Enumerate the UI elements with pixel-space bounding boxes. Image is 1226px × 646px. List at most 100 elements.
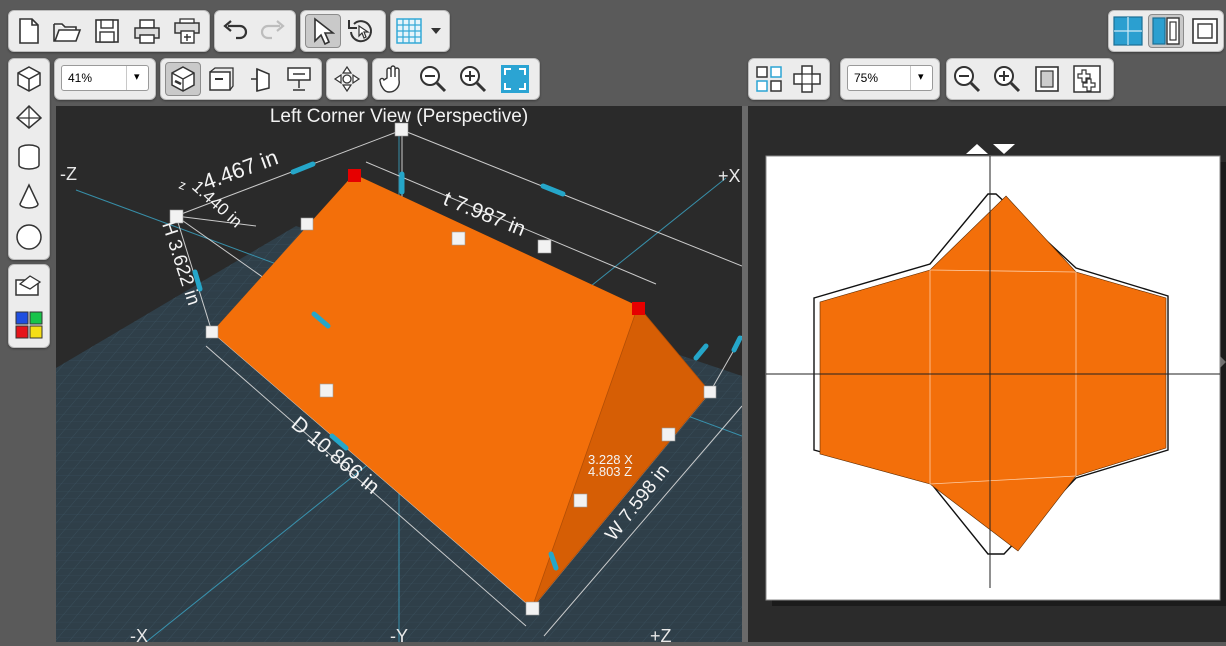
shape-sidebar (8, 58, 50, 260)
new-file-icon (19, 18, 39, 44)
page-down-arrow[interactable] (993, 144, 1015, 154)
split-view-button[interactable] (1148, 14, 1184, 48)
flat-navigate-toolbar (946, 58, 1114, 100)
arrange-button[interactable] (753, 63, 785, 95)
edit-toolbar (214, 10, 296, 52)
select-arrow-icon (314, 17, 335, 45)
print-setup-button[interactable] (171, 15, 203, 47)
front-view-button[interactable] (205, 63, 237, 95)
flat-zoom-in-button[interactable] (991, 63, 1023, 95)
tile-pages-icon (1073, 65, 1101, 93)
sphere-button[interactable] (13, 221, 45, 253)
grid-dropdown-button[interactable] (427, 15, 445, 47)
resize-handle[interactable] (451, 231, 466, 246)
top-view-button[interactable] (283, 63, 315, 95)
axis-label-neg-z: -Z (60, 164, 77, 184)
flat-view-button[interactable] (1189, 15, 1221, 47)
color-palette-button[interactable] (13, 309, 45, 341)
flat-tools-toolbar (748, 58, 830, 100)
zoom-in-icon (994, 66, 1021, 93)
cube-icon (17, 66, 41, 92)
page-up-arrow[interactable] (966, 144, 988, 154)
chevron-down-icon: ▾ (134, 71, 140, 83)
split-view-icon (1152, 17, 1180, 45)
3d-viewport[interactable]: 4.467 in z 1.440 in t 7.987 in H 3.622 i… (56, 106, 742, 642)
zoom-out-button[interactable] (417, 63, 449, 95)
save-icon (95, 19, 119, 43)
unfold-button[interactable] (791, 63, 823, 95)
zoom-in-button[interactable] (457, 63, 489, 95)
cylinder-icon (18, 144, 40, 170)
page-icon (1035, 66, 1059, 92)
axis-label-pos-x: +X (718, 166, 741, 186)
print-icon (134, 19, 160, 44)
flat-zoom-out-button[interactable] (951, 63, 983, 95)
print-button[interactable] (131, 15, 163, 47)
rotate-icon (348, 20, 372, 43)
move-icon (333, 65, 361, 93)
corner-handle[interactable] (348, 169, 361, 182)
dropdown-arrow-icon (431, 28, 441, 34)
arrange-icon (756, 66, 782, 92)
cone-button[interactable] (13, 181, 45, 213)
tile-pages-button[interactable] (1071, 63, 1103, 95)
cube-button[interactable] (13, 63, 45, 95)
top-view-icon (287, 67, 311, 91)
resize-handle[interactable] (537, 239, 552, 254)
select-tool-button[interactable] (305, 14, 341, 48)
tool-toolbar (300, 10, 386, 52)
zoom-value-3d: 41% (68, 71, 93, 85)
corner-view-button[interactable] (165, 62, 201, 96)
flat-viewport[interactable] (748, 106, 1226, 642)
pan-button[interactable] (377, 63, 409, 95)
zoom-select-3d[interactable]: 41% ▾ (61, 65, 149, 91)
resize-handle[interactable] (205, 325, 219, 339)
open-button[interactable] (51, 15, 83, 47)
axis-label-neg-x: -X (130, 626, 148, 642)
move-tool-button[interactable] (331, 63, 363, 95)
side-view-icon (251, 67, 270, 92)
resize-handle[interactable] (319, 383, 334, 398)
resize-handle[interactable] (573, 493, 588, 508)
open-model-icon (15, 275, 42, 296)
manip-toolbar (326, 58, 368, 100)
sphere-icon (16, 224, 42, 250)
undo-button[interactable] (219, 15, 251, 47)
zoom-select-flat[interactable]: 75% ▾ (847, 65, 933, 91)
3d-scene: 4.467 in z 1.440 in t 7.987 in H 3.622 i… (56, 122, 742, 642)
rotate-tool-button[interactable] (345, 15, 377, 47)
resize-handle[interactable] (661, 427, 676, 442)
fit-view-button[interactable] (499, 63, 531, 95)
page-view-button[interactable] (1031, 63, 1063, 95)
extras-sidebar (8, 264, 50, 348)
view-title: Left Corner View (Perspective) (269, 106, 529, 127)
cone-icon (19, 183, 39, 209)
resize-handle[interactable] (703, 385, 717, 399)
single-view-button[interactable] (1112, 15, 1144, 47)
zoom-out-icon (420, 66, 447, 93)
corner-handle[interactable] (632, 302, 645, 315)
print-setup-icon (174, 18, 200, 44)
zoom-right-group: 75% ▾ (840, 58, 940, 100)
single-view-icon (1113, 16, 1143, 46)
save-button[interactable] (91, 15, 123, 47)
corner-view-icon (171, 66, 195, 92)
prism-button[interactable] (13, 101, 45, 133)
color-palette-icon (15, 311, 43, 339)
open-model-button[interactable] (13, 269, 45, 301)
flat-scene (765, 144, 1226, 606)
coord-readout-z: 4.803 Z (588, 464, 632, 479)
zoom-in-icon (460, 66, 487, 93)
dim-small-a: z (177, 177, 188, 193)
side-view-button[interactable] (245, 63, 277, 95)
new-file-button[interactable] (13, 15, 45, 47)
cylinder-button[interactable] (13, 141, 45, 173)
zoom-out-icon (954, 66, 981, 93)
chevron-down-icon: ▾ (918, 71, 924, 83)
redo-button[interactable] (257, 15, 289, 47)
hand-icon (379, 65, 400, 93)
open-folder-icon (53, 23, 82, 42)
resize-handle[interactable] (525, 601, 540, 616)
resize-handle[interactable] (300, 217, 314, 231)
grid-button[interactable] (393, 15, 425, 47)
